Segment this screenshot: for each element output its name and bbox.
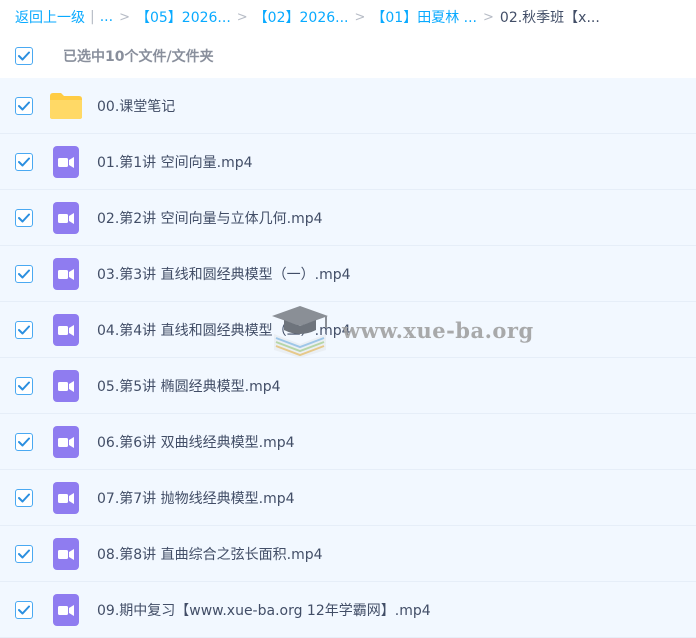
file-row-video[interactable]: 01.第1讲 空间向量.mp4 xyxy=(0,134,696,190)
checkbox-checked-icon xyxy=(18,101,30,110)
video-file-icon xyxy=(49,481,83,515)
checkbox-checked-icon xyxy=(18,213,30,222)
breadcrumb-current: 02.秋季班【x... xyxy=(499,10,600,26)
row-checkbox[interactable] xyxy=(15,544,33,563)
breadcrumb: 返回上一级 | ... > 【05】2026... > 【02】2026... … xyxy=(0,0,696,34)
video-file-icon xyxy=(49,145,83,179)
checkbox-checked-icon xyxy=(18,437,30,446)
file-row-video[interactable]: 07.第7讲 抛物线经典模型.mp4 xyxy=(0,470,696,526)
chevron-right-icon: > xyxy=(483,9,494,25)
video-file-icon xyxy=(49,593,83,627)
checkbox-checked-icon xyxy=(18,157,30,166)
back-link[interactable]: 返回上一级 xyxy=(15,7,85,27)
chevron-right-icon: > xyxy=(119,9,130,25)
row-checkbox[interactable] xyxy=(15,320,33,339)
video-file-icon xyxy=(49,425,83,459)
breadcrumb-item-1[interactable]: 【05】2026... xyxy=(136,7,231,27)
file-name[interactable]: 04.第4讲 直线和圆经典模型（二）.mp4 xyxy=(97,320,351,340)
file-name[interactable]: 08.第8讲 直曲综合之弦长面积.mp4 xyxy=(97,544,323,564)
row-checkbox[interactable] xyxy=(15,208,33,227)
file-row-video[interactable]: 05.第5讲 椭圆经典模型.mp4 xyxy=(0,358,696,414)
file-row-video[interactable]: 04.第4讲 直线和圆经典模型（二）.mp4 xyxy=(0,302,696,358)
file-name[interactable]: 00.课堂笔记 xyxy=(97,96,175,116)
video-file-icon xyxy=(49,257,83,291)
file-row-video[interactable]: 08.第8讲 直曲综合之弦长面积.mp4 xyxy=(0,526,696,582)
checkbox-checked-icon xyxy=(18,51,30,61)
video-file-icon xyxy=(49,537,83,571)
breadcrumb-item-3[interactable]: 【01】田夏林 ... xyxy=(371,7,477,27)
selection-bar: 已选中10个文件/文件夹 xyxy=(0,34,696,78)
checkbox-checked-icon xyxy=(18,605,30,614)
row-checkbox[interactable] xyxy=(15,376,33,395)
chevron-right-icon: > xyxy=(354,9,366,25)
file-name[interactable]: 09.期中复习【www.xue-ba.org 12年学霸网】.mp4 xyxy=(97,600,431,620)
breadcrumb-item-2[interactable]: 【02】2026... xyxy=(254,7,349,27)
chevron-right-icon: > xyxy=(236,9,248,25)
file-list: 00.课堂笔记 01.第1讲 空间向量.mp4 02.第2讲 空间向量与立体几何… xyxy=(0,78,696,638)
row-checkbox[interactable] xyxy=(15,488,33,507)
row-checkbox[interactable] xyxy=(15,432,33,451)
checkbox-checked-icon xyxy=(18,381,30,390)
row-checkbox[interactable] xyxy=(15,152,33,171)
folder-icon xyxy=(49,89,83,123)
select-all-checkbox[interactable] xyxy=(15,47,33,65)
checkbox-checked-icon xyxy=(18,325,30,334)
file-name[interactable]: 01.第1讲 空间向量.mp4 xyxy=(97,152,253,172)
checkbox-checked-icon xyxy=(18,269,30,278)
checkbox-checked-icon xyxy=(18,549,30,558)
file-name[interactable]: 03.第3讲 直线和圆经典模型（一）.mp4 xyxy=(97,264,351,284)
file-row-video[interactable]: 03.第3讲 直线和圆经典模型（一）.mp4 xyxy=(0,246,696,302)
file-row-video[interactable]: 02.第2讲 空间向量与立体几何.mp4 xyxy=(0,190,696,246)
video-file-icon xyxy=(49,369,83,403)
file-row-video[interactable]: 06.第6讲 双曲线经典模型.mp4 xyxy=(0,414,696,470)
file-name[interactable]: 06.第6讲 双曲线经典模型.mp4 xyxy=(97,432,295,452)
file-name[interactable]: 02.第2讲 空间向量与立体几何.mp4 xyxy=(97,208,323,228)
video-file-icon xyxy=(49,313,83,347)
row-checkbox[interactable] xyxy=(15,96,33,115)
selection-count-label: 已选中10个文件/文件夹 xyxy=(63,49,214,65)
file-row-folder[interactable]: 00.课堂笔记 xyxy=(0,78,696,134)
file-row-video[interactable]: 09.期中复习【www.xue-ba.org 12年学霸网】.mp4 xyxy=(0,582,696,638)
breadcrumb-separator: | xyxy=(90,9,95,25)
row-checkbox[interactable] xyxy=(15,600,33,619)
file-name[interactable]: 07.第7讲 抛物线经典模型.mp4 xyxy=(97,488,295,508)
row-checkbox[interactable] xyxy=(15,264,33,283)
video-file-icon xyxy=(49,201,83,235)
checkbox-checked-icon xyxy=(18,493,30,502)
breadcrumb-ellipsis[interactable]: ... xyxy=(100,9,113,25)
file-name[interactable]: 05.第5讲 椭圆经典模型.mp4 xyxy=(97,376,281,396)
